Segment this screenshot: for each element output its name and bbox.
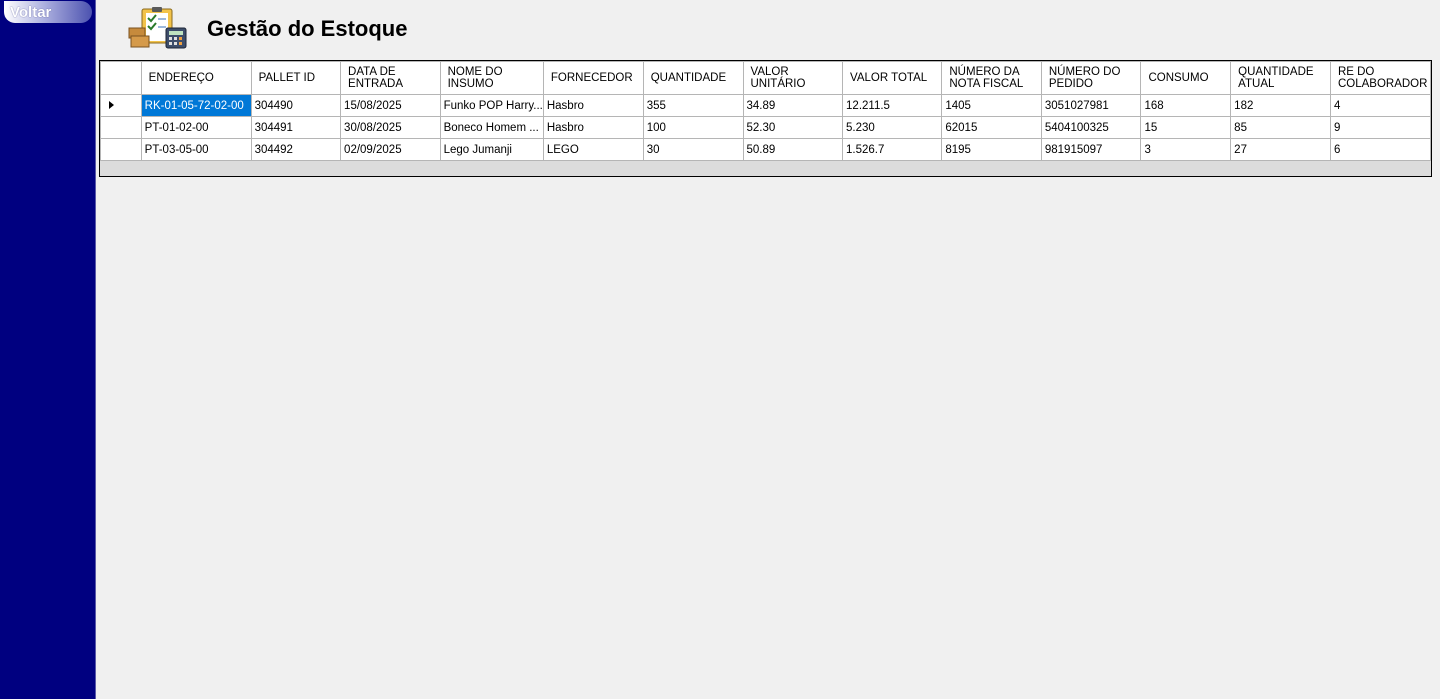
table-cell[interactable]: 355 [642,94,744,117]
column-header-endereco[interactable]: ENDEREÇO [140,61,252,95]
sidebar: Voltar [0,0,96,699]
inventory-clipboard-calculator-icon [128,7,187,49]
table-cell[interactable]: Funko POP Harry... [439,94,544,117]
column-header-pallet-id[interactable]: PALLET ID [250,61,342,95]
table-row[interactable]: PT-01-02-00 304491 30/08/2025 Boneco Hom… [100,116,1431,139]
table-cell[interactable]: Lego Jumanji [439,138,544,161]
column-header-numero-do-pedido[interactable]: NÚMERO DO PEDIDO [1040,61,1142,95]
table-cell[interactable]: 5.230 [842,116,943,139]
current-row-arrow-icon [109,100,114,109]
table-cell[interactable]: 27 [1230,138,1331,161]
header-row: ENDEREÇO PALLET ID DATA DE ENTRADA NOME … [100,61,1431,95]
table-cell[interactable]: 8195 [941,138,1042,161]
table-cell[interactable]: 62015 [941,116,1042,139]
column-header-consumo[interactable]: CONSUMO [1140,61,1232,95]
table-cell[interactable]: PT-01-02-00 [140,116,252,139]
row-header[interactable] [100,94,142,117]
table-cell[interactable]: Hasbro [542,94,644,117]
column-header-numero-da-nota-fiscal[interactable]: NÚMERO DA NOTA FISCAL [941,61,1042,95]
column-header-quantidade-atual[interactable]: QUANTIDADE ATUAL [1230,61,1331,95]
table-cell[interactable]: 100 [642,116,744,139]
table-cell[interactable]: 1405 [941,94,1042,117]
table-cell[interactable]: 15/08/2025 [340,94,441,117]
table-cell[interactable]: Hasbro [542,116,644,139]
back-button[interactable]: Voltar [4,1,92,23]
table-cell[interactable]: 50.89 [742,138,844,161]
table-cell[interactable]: 34.89 [742,94,844,117]
table-cell[interactable]: 85 [1230,116,1331,139]
table-cell[interactable]: 3 [1140,138,1232,161]
inventory-grid[interactable]: ENDEREÇO PALLET ID DATA DE ENTRADA NOME … [99,60,1432,177]
table-cell[interactable]: 30 [642,138,744,161]
table-cell[interactable]: RK-01-05-72-02-00 [140,94,252,117]
table-cell[interactable]: 304490 [250,94,342,117]
column-header-valor-total[interactable]: VALOR TOTAL [842,61,943,95]
table-cell[interactable]: 5404100325 [1040,116,1142,139]
table-cell[interactable]: 30/08/2025 [340,116,441,139]
table-cell[interactable]: 15 [1140,116,1232,139]
table-cell[interactable]: Boneco Homem ... [439,116,544,139]
page-title: Gestão do Estoque [207,16,408,41]
table-cell[interactable]: PT-03-05-00 [140,138,252,161]
table-cell[interactable]: LEGO [542,138,644,161]
column-header-data-de-entrada[interactable]: DATA DE ENTRADA [340,61,441,95]
table-cell[interactable]: 6 [1329,138,1431,161]
table-row[interactable]: RK-01-05-72-02-00 304490 15/08/2025 Funk… [100,94,1431,117]
column-header-nome-do-insumo[interactable]: NOME DO INSUMO [439,61,544,95]
table-cell[interactable]: 304492 [250,138,342,161]
column-header-re-do-colaborador[interactable]: RE DO COLABORADOR [1329,61,1431,95]
row-header-corner[interactable] [100,61,142,95]
table-cell[interactable]: 12.211.5 [842,94,943,117]
table-cell[interactable]: 3051027981 [1040,94,1142,117]
table-cell[interactable]: 02/09/2025 [340,138,441,161]
table-cell[interactable]: 981915097 [1040,138,1142,161]
table-cell[interactable]: 52.30 [742,116,844,139]
table-cell[interactable]: 1.526.7 [842,138,943,161]
table-cell[interactable]: 168 [1140,94,1232,117]
table-cell[interactable]: 9 [1329,116,1431,139]
inventory-table: ENDEREÇO PALLET ID DATA DE ENTRADA NOME … [100,61,1431,161]
row-header[interactable] [100,116,142,139]
column-header-valor-unitario[interactable]: VALOR UNITÁRIO [742,61,844,95]
column-header-quantidade[interactable]: QUANTIDADE [642,61,744,95]
table-cell[interactable]: 4 [1329,94,1431,117]
column-header-fornecedor[interactable]: FORNECEDOR [542,61,644,95]
table-cell[interactable]: 182 [1230,94,1331,117]
table-row[interactable]: PT-03-05-00 304492 02/09/2025 Lego Juman… [100,138,1431,161]
row-header[interactable] [100,138,142,161]
table-cell[interactable]: 304491 [250,116,342,139]
